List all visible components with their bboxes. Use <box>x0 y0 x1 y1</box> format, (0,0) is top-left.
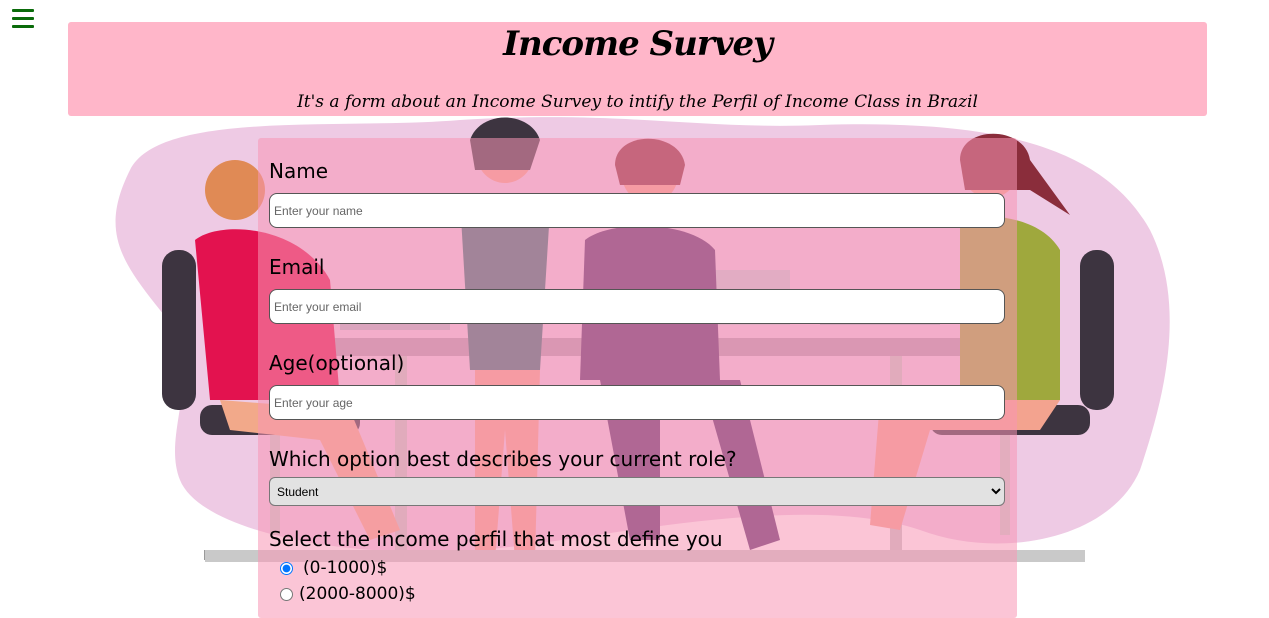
email-input[interactable] <box>269 289 1005 324</box>
age-input[interactable] <box>269 385 1005 420</box>
page-title: Income Survey <box>503 24 773 64</box>
page-header: Income Survey It's a form about an Incom… <box>68 22 1207 116</box>
role-select[interactable]: Student <box>269 477 1005 506</box>
income-option[interactable]: (0-1000)$ <box>280 557 387 579</box>
person-head <box>205 160 265 220</box>
income-option-label: (0-1000)$ <box>303 558 388 578</box>
role-label: Which option best describes your current… <box>269 447 737 471</box>
page-subtitle: It's a form about an Income Survey to in… <box>297 92 978 112</box>
name-label: Name <box>269 159 329 183</box>
income-label: Select the income perfil that most defin… <box>269 527 723 551</box>
income-radio-2000-8000[interactable] <box>280 587 293 601</box>
survey-form: Name Email Age(optional) Which option be… <box>258 138 1017 618</box>
email-label: Email <box>269 255 325 279</box>
income-option-label: (2000-8000)$ <box>299 584 416 604</box>
age-label: Age(optional) <box>269 351 405 375</box>
hamburger-menu-icon[interactable] <box>12 9 34 29</box>
income-option[interactable]: (2000-8000)$ <box>280 583 416 605</box>
income-radio-0-1000[interactable] <box>280 561 293 575</box>
name-input[interactable] <box>269 193 1005 228</box>
chair-back-right <box>1080 250 1114 410</box>
chair-back-left <box>162 250 196 410</box>
